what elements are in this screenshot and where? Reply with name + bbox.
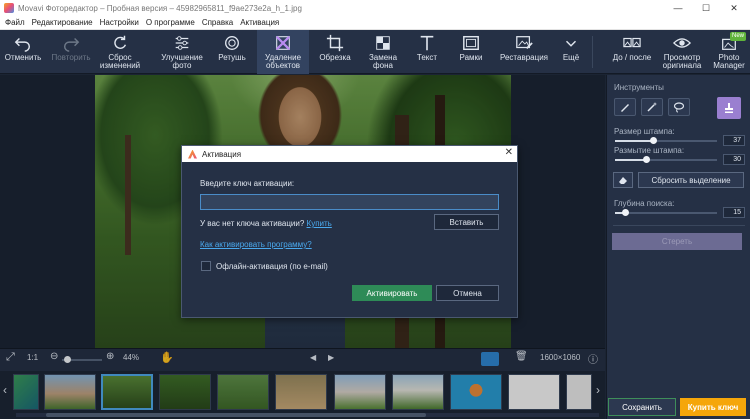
paste-button[interactable]: Вставить (434, 214, 499, 230)
panel-divider (613, 225, 745, 226)
undo-button[interactable]: Отменить (2, 30, 44, 74)
new-badge: New (729, 32, 746, 41)
activation-key-input[interactable] (200, 194, 499, 210)
replace-background-button[interactable]: Замена фона (360, 30, 406, 74)
redo-button[interactable]: Повторить (46, 30, 96, 74)
magic-wand-tool[interactable] (641, 98, 663, 116)
redo-icon (63, 37, 80, 52)
how-to-activate-link[interactable]: Как активировать программу? (200, 240, 312, 249)
menu-about[interactable]: О программе (146, 18, 195, 27)
before-after-button[interactable]: До / после (608, 30, 656, 74)
maximize-button[interactable]: ☐ (692, 0, 720, 16)
cancel-button[interactable]: Отмена (436, 285, 499, 301)
menu-bar: Файл Редактирование Настройки О программ… (0, 16, 750, 30)
dialog-title: Активация (202, 149, 242, 159)
stamp-tool-button[interactable] (717, 97, 741, 119)
minimize-button[interactable]: — (664, 0, 692, 16)
dialog-title-bar: Активация ✕ (182, 146, 517, 162)
stamp-blur-label: Размытие штампа: (614, 146, 685, 155)
retouch-icon (225, 36, 239, 50)
app-logo-icon (4, 3, 14, 13)
view-original-button[interactable]: Просмотр оригинала (658, 30, 706, 74)
no-key-text: У вас нет ключа активации? Купить (200, 219, 332, 228)
close-window-button[interactable]: ✕ (720, 0, 748, 16)
reset-selection-button[interactable]: Сбросить выделение (638, 172, 744, 188)
stamp-size-slider[interactable] (615, 137, 717, 144)
stamp-icon (725, 103, 733, 113)
undo-icon (14, 37, 31, 52)
stamp-blur-knob[interactable] (642, 156, 650, 163)
restoration-icon (516, 36, 533, 50)
stamp-size-value[interactable]: 37 (723, 135, 745, 146)
menu-settings[interactable]: Настройки (100, 18, 139, 27)
remove-objects-button[interactable]: Удаление объектов (257, 30, 309, 74)
brush-tool[interactable] (614, 98, 636, 116)
checkerboard-icon (376, 36, 390, 50)
search-depth-label: Глубина поиска: (614, 199, 675, 208)
dialog-close-icon[interactable]: ✕ (505, 147, 513, 158)
eraser-icon (619, 177, 627, 184)
reset-changes-button[interactable]: Сброс изменений (96, 30, 144, 74)
restoration-button[interactable]: Реставрация (496, 30, 552, 74)
photo-manager-button[interactable]: Photo Manager New (708, 30, 750, 74)
reset-icon (114, 35, 127, 49)
brush-icon (621, 104, 629, 112)
search-depth-knob[interactable] (622, 209, 630, 216)
tools-title: Инструменты (614, 83, 664, 92)
window-title: Movavi Фоторедактор – Пробная версия – 4… (18, 3, 302, 13)
lasso-tool[interactable] (668, 98, 690, 116)
crop-button[interactable]: Обрезка (313, 30, 357, 74)
toolbar: Отменить Повторить Сброс изменений Улучш… (0, 30, 750, 74)
retouch-button[interactable]: Ретушь (212, 30, 252, 74)
remove-objects-icon (275, 35, 291, 51)
menu-file[interactable]: Файл (5, 18, 25, 27)
frames-button[interactable]: Рамки (450, 30, 492, 74)
menu-activation[interactable]: Активация (240, 18, 279, 27)
enhance-photo-button[interactable]: Улучшение фото (154, 30, 210, 74)
activation-dialog: Активация ✕ Введите ключ активации: У ва… (181, 145, 518, 318)
erase-button[interactable]: Стереть (612, 233, 742, 250)
more-button[interactable]: Ещё (556, 30, 586, 74)
eraser-tool-button[interactable] (613, 172, 633, 188)
movavi-logo-icon (188, 149, 197, 159)
activation-key-label: Введите ключ активации: (200, 179, 295, 188)
lasso-icon (673, 102, 685, 113)
stamp-size-label: Размер штампа: (614, 127, 675, 136)
title-bar: Movavi Фоторедактор – Пробная версия – 4… (0, 0, 750, 16)
save-button[interactable]: Сохранить (608, 398, 676, 416)
offline-activation-checkbox[interactable] (201, 261, 211, 271)
stamp-size-fill (615, 140, 653, 142)
search-depth-slider[interactable] (615, 209, 717, 216)
text-button[interactable]: Текст (408, 30, 446, 74)
offline-activation-label: Офлайн-активация (по e-mail) (216, 262, 328, 271)
crop-icon (326, 34, 344, 52)
stamp-blur-slider[interactable] (615, 156, 717, 163)
sliders-icon (175, 36, 189, 50)
frame-icon (463, 35, 479, 51)
buy-link[interactable]: Купить (307, 219, 332, 228)
toolbar-divider (592, 36, 593, 68)
before-after-icon (623, 37, 641, 48)
search-depth-value[interactable]: 15 (723, 207, 745, 218)
buy-key-button[interactable]: Купить ключ (680, 398, 746, 416)
chevron-down-icon (565, 40, 577, 47)
stamp-blur-fill (615, 159, 646, 161)
activate-button[interactable]: Активировать (352, 285, 432, 301)
menu-help[interactable]: Справка (202, 18, 233, 27)
menu-edit[interactable]: Редактирование (32, 18, 93, 27)
magic-wand-icon (647, 102, 657, 112)
no-key-question: У вас нет ключа активации? (200, 219, 305, 228)
text-icon (420, 35, 434, 51)
eye-icon (673, 38, 691, 48)
stamp-size-knob[interactable] (649, 137, 657, 144)
stamp-blur-value[interactable]: 30 (723, 154, 745, 165)
